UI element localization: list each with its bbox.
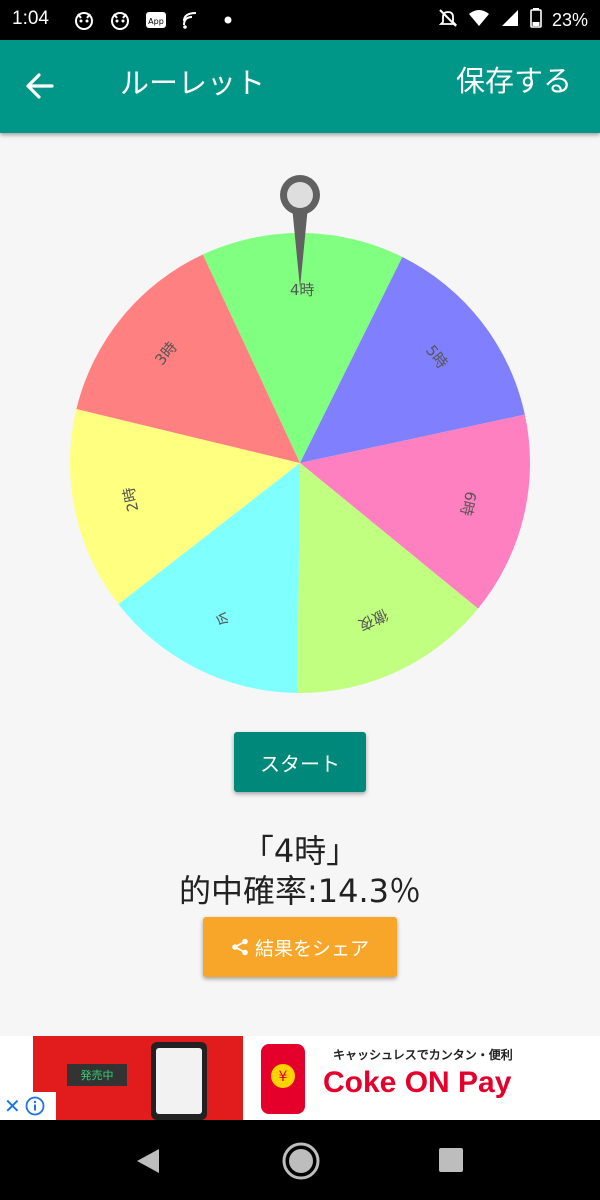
system-status-icons: 23% [438, 8, 588, 32]
app-badge-icon: App [144, 9, 168, 31]
ad-image[interactable]: 発売中 ¥ キャッシュレスでカンタン・便利 Coke ON Pay [33, 1036, 566, 1120]
share-icon [232, 938, 248, 956]
nav-back-icon[interactable] [134, 1146, 164, 1176]
ad-banner[interactable]: 発売中 ¥ キャッシュレスでカンタン・便利 Coke ON Pay ✕ [0, 1036, 600, 1120]
svg-text:¥: ¥ [279, 1069, 288, 1085]
ad-vending-machine-image: 発売中 [33, 1036, 243, 1120]
nav-recents-icon[interactable] [438, 1147, 464, 1173]
signal-icon [500, 8, 520, 32]
info-icon[interactable] [25, 1096, 45, 1116]
close-icon[interactable]: ✕ [4, 1094, 21, 1118]
result-probability: 的中確率:14.3％ [178, 872, 422, 910]
mute-icon [438, 8, 458, 32]
wheel-segments [69, 232, 530, 693]
game-icon [72, 9, 96, 31]
wheel-segment-label: 4時 [290, 281, 315, 299]
ad-sign: 発売中 [67, 1064, 127, 1086]
share-button[interactable]: 結果をシェア [203, 917, 397, 977]
status-bar: 1:04 App 23% [0, 0, 600, 40]
share-label: 結果をシェア [254, 937, 369, 960]
start-button[interactable]: スタート [234, 732, 366, 792]
ad-phone-logo-icon: ¥ [261, 1044, 305, 1114]
page-title: ルーレット [120, 66, 266, 100]
ad-phone-image [151, 1042, 207, 1120]
arrow-left-icon [26, 73, 54, 99]
back-button[interactable] [20, 66, 60, 106]
ad-close-button[interactable]: ✕ [0, 1092, 56, 1120]
cast-icon [180, 9, 204, 31]
roulette-wheel[interactable]: 4時5時6時徹夜今2時3時 [0, 140, 600, 730]
dot-icon [216, 9, 240, 31]
pointer-hub [287, 182, 313, 208]
app-bar: ルーレット 保存する [0, 40, 600, 133]
save-button[interactable]: 保存する [456, 58, 572, 100]
nav-home-icon[interactable] [281, 1141, 321, 1181]
game-icon [108, 9, 132, 31]
ad-tagline: キャッシュレスでカンタン・便利 [333, 1048, 513, 1062]
ad-brand: Coke ON Pay [323, 1066, 512, 1099]
app-badge-label: App [148, 17, 164, 26]
wifi-icon [468, 8, 490, 32]
battery-percent: 23% [551, 9, 588, 30]
battery-icon [530, 8, 542, 32]
notification-icons: App [72, 9, 240, 31]
status-time: 1:04 [12, 8, 49, 29]
